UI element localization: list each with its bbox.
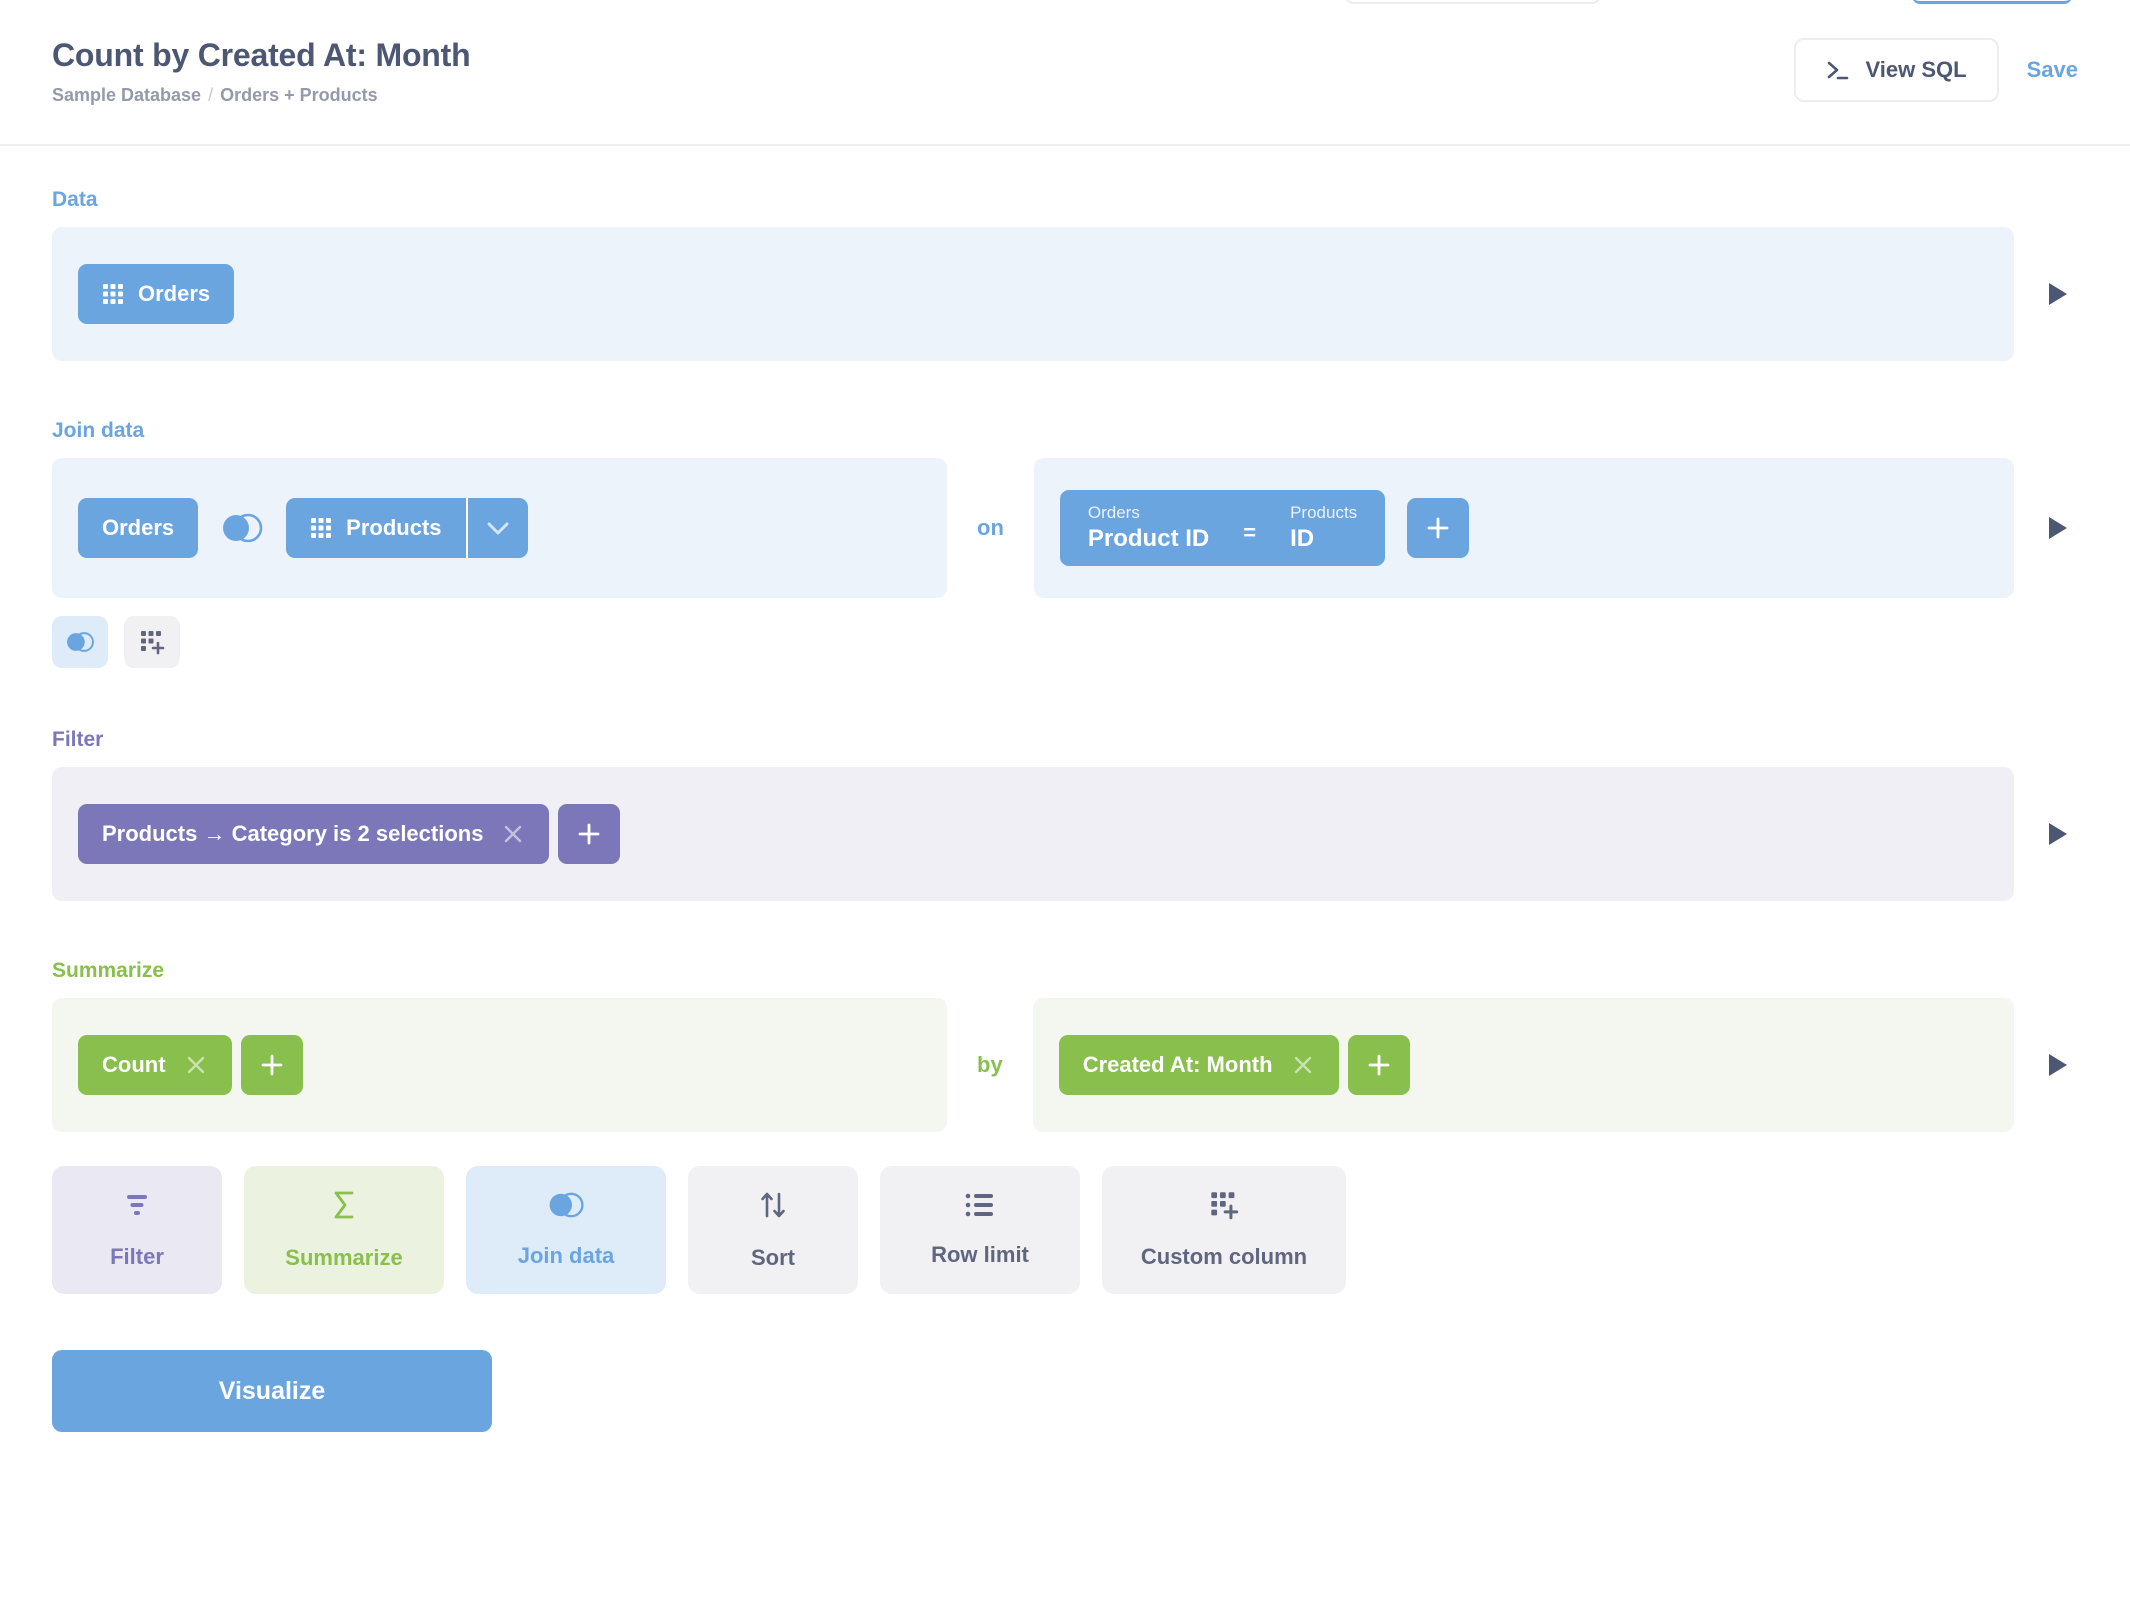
add-summarize-step-button[interactable]: Summarize — [244, 1166, 444, 1294]
data-table-label: Orders — [138, 281, 211, 306]
join-right-table-picker[interactable]: Products — [286, 498, 528, 558]
filter-band: Products → Category is 2 selections — [52, 767, 2014, 901]
join-step-label: Join data — [517, 1243, 615, 1268]
list-icon — [964, 1192, 996, 1224]
sort-step-label: Sort — [751, 1245, 795, 1270]
view-sql-label: View SQL — [1865, 57, 1967, 82]
breakout-band: Created At: Month — [1032, 998, 2014, 1132]
add-row-limit-step-button[interactable]: Row limit — [880, 1166, 1080, 1294]
query-builder-body: Data Orders Join data Orders Products on… — [0, 188, 2130, 1432]
sigma-icon — [329, 1189, 359, 1227]
join-right-table-label: Products — [346, 515, 442, 540]
aggregation-label: Count — [102, 1052, 166, 1077]
join-preview-button[interactable] — [2038, 515, 2078, 541]
join-condition-right: Products ID — [1290, 502, 1357, 555]
table-grid-icon — [310, 517, 332, 539]
add-join-step-button[interactable]: Join data — [466, 1166, 666, 1294]
page-header: Count by Created At: Month Sample Databa… — [0, 0, 2130, 146]
join-section-label: Join data — [52, 419, 145, 442]
join-options-row — [52, 616, 2078, 668]
add-filter-step-button[interactable]: Filter — [52, 1166, 222, 1294]
sort-arrows-icon — [758, 1189, 788, 1227]
filter-pill[interactable]: Products → Category is 2 selections — [78, 804, 550, 864]
add-breakout-button[interactable] — [1347, 1035, 1410, 1095]
join-condition-left: Orders Product ID — [1088, 502, 1209, 555]
filter-preview-button[interactable] — [2038, 821, 2078, 847]
add-filter-button[interactable] — [558, 804, 621, 864]
data-section: Data Orders — [52, 188, 2078, 361]
breakout-pill[interactable]: Created At: Month — [1058, 1035, 1339, 1095]
join-section: Join data Orders Products on Orders Prod… — [52, 419, 2078, 668]
join-condition-pill[interactable]: Orders Product ID = Products ID — [1059, 489, 1386, 567]
save-button[interactable]: Save — [2027, 57, 2078, 83]
breadcrumb-database[interactable]: Sample Database — [52, 85, 201, 105]
join-condition-left-table: Orders — [1087, 502, 1140, 522]
filter-section-label: Filter — [52, 728, 104, 751]
join-left-table-pill[interactable]: Orders — [78, 498, 199, 558]
summarize-by-label: by — [977, 1052, 1003, 1077]
add-aggregation-button[interactable] — [240, 1035, 303, 1095]
step-action-buttons: Filter Summarize Join data Sort Row limi… — [52, 1166, 2078, 1294]
summarize-preview-button[interactable] — [2038, 1052, 2078, 1078]
add-join-condition-button[interactable] — [1407, 498, 1470, 558]
data-preview-button[interactable] — [2038, 281, 2078, 307]
filter-row: Products → Category is 2 selections — [52, 767, 2078, 901]
join-right-table-pill[interactable]: Products — [286, 498, 465, 558]
filter-step-label: Filter — [110, 1244, 164, 1269]
row-limit-step-label: Row limit — [931, 1242, 1029, 1267]
data-row: Orders — [52, 227, 2078, 361]
venn-icon — [547, 1191, 585, 1225]
page-title: Count by Created At: Month — [52, 37, 471, 73]
aggregation-pill[interactable]: Count — [78, 1035, 232, 1095]
filter-pill-label: Products → Category is 2 selections — [102, 821, 484, 846]
summarize-section-label: Summarize — [52, 959, 165, 982]
remove-breakout-icon[interactable] — [1291, 1053, 1315, 1077]
custom-column-step-label: Custom column — [1140, 1244, 1308, 1269]
grid-plus-icon — [1209, 1190, 1239, 1226]
join-on-label: on — [977, 515, 1004, 540]
summarize-section: Summarize Count by Created At: Month — [52, 959, 2078, 1132]
breadcrumb-separator: / — [208, 85, 214, 106]
table-grid-icon — [102, 283, 124, 305]
visualize-button[interactable]: Visualize — [52, 1350, 492, 1432]
summarize-row: Count by Created At: Month — [52, 998, 2078, 1132]
remove-filter-icon[interactable] — [501, 822, 525, 846]
join-condition-band: Orders Product ID = Products ID — [1033, 458, 2014, 598]
data-section-label: Data — [52, 188, 98, 211]
join-condition-right-table: Products — [1290, 502, 1358, 522]
filter-section: Filter Products → Category is 2 selectio… — [52, 728, 2078, 901]
header-actions: View SQL Save — [1793, 38, 2078, 102]
join-row: Orders Products on Orders Product ID = P… — [52, 458, 2078, 598]
view-sql-button[interactable]: View SQL — [1793, 38, 1999, 102]
data-table-pill[interactable]: Orders — [78, 264, 235, 324]
add-custom-column-step-button[interactable]: Custom column — [1102, 1166, 1346, 1294]
terminal-icon — [1826, 59, 1850, 81]
breadcrumb-tables[interactable]: Orders + Products — [220, 85, 378, 105]
join-condition-left-field: Product ID — [1087, 525, 1210, 553]
remove-aggregation-icon[interactable] — [184, 1053, 208, 1077]
join-add-column-button[interactable] — [124, 616, 180, 668]
aggregation-band: Count — [52, 998, 947, 1132]
join-condition-operator: = — [1243, 520, 1257, 545]
join-columns-button[interactable] — [52, 616, 108, 668]
breadcrumb: Sample Database / Orders + Products — [52, 85, 2078, 106]
join-condition-right-field: ID — [1290, 525, 1315, 553]
breakout-label: Created At: Month — [1082, 1052, 1273, 1077]
add-sort-step-button[interactable]: Sort — [688, 1166, 858, 1294]
join-tables-band: Orders Products — [52, 458, 947, 598]
join-type-venn-icon[interactable] — [220, 512, 264, 544]
join-right-table-dropdown[interactable] — [465, 498, 528, 558]
join-left-table-label: Orders — [102, 515, 175, 540]
filter-icon — [121, 1190, 153, 1226]
summarize-step-label: Summarize — [285, 1245, 403, 1270]
data-band: Orders — [52, 227, 2014, 361]
